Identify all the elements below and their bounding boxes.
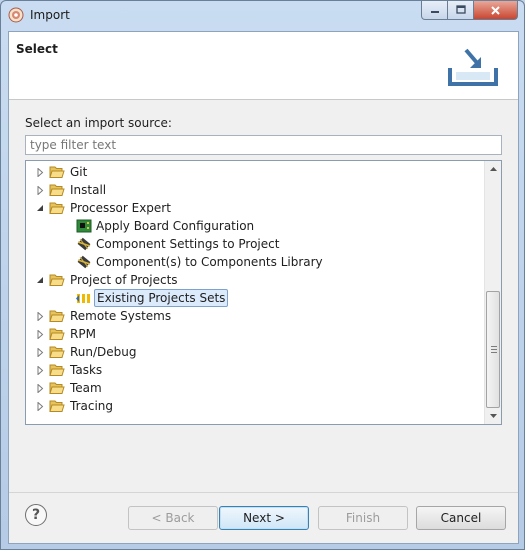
folder-icon [49, 274, 65, 286]
scrollbar-thumb[interactable] [486, 291, 500, 408]
scroll-down-button[interactable] [485, 408, 501, 424]
folder-icon [49, 364, 65, 376]
tree-vertical-scrollbar[interactable] [484, 161, 501, 424]
collapsed-arrow-icon[interactable] [36, 366, 45, 375]
component-chip-icon [77, 255, 91, 269]
tree-wizard-item[interactable]: Existing Projects Sets [26, 289, 485, 307]
tree-folder-item[interactable]: Git [26, 163, 485, 181]
tree-item-label: Component Settings to Project [96, 237, 280, 251]
collapsed-arrow-icon[interactable] [36, 312, 45, 321]
board-configuration-icon [76, 219, 92, 233]
collapsed-arrow-icon[interactable] [36, 186, 45, 195]
window-title: Import [30, 8, 70, 22]
back-button[interactable]: < Back [128, 506, 218, 530]
tree-folder-item[interactable]: Project of Projects [26, 271, 485, 289]
minimize-icon [430, 11, 439, 13]
collapsed-arrow-icon[interactable] [36, 348, 45, 357]
folder-icon [49, 166, 65, 178]
tree-item-label: Apply Board Configuration [96, 219, 255, 233]
close-button[interactable] [474, 1, 518, 20]
component-chip-icon [77, 237, 91, 251]
tree-item-label: Tasks [70, 363, 103, 377]
collapsed-arrow-icon[interactable] [36, 330, 45, 339]
footer-separator [9, 492, 518, 493]
tree-item-label: Team [70, 381, 102, 395]
next-button[interactable]: Next > [219, 506, 309, 530]
tree-item-label: Existing Projects Sets [94, 289, 229, 307]
maximize-button[interactable] [448, 1, 474, 20]
folder-icon [49, 184, 65, 196]
filter-input[interactable] [25, 135, 502, 155]
help-button[interactable]: ? [25, 504, 47, 526]
expanded-arrow-icon[interactable] [36, 204, 45, 213]
import-source-tree[interactable]: Git Install Processor Expert Apply Board Co… [25, 160, 502, 425]
project-set-icon [76, 294, 90, 303]
tree-folder-item[interactable]: Processor Expert [26, 199, 485, 217]
tree-wizard-item[interactable]: Component Settings to Project [26, 235, 485, 253]
tree-item-label: Component(s) to Components Library [96, 255, 323, 269]
folder-icon [49, 346, 65, 358]
eclipse-app-icon [8, 7, 24, 23]
tree-item-label: Git [70, 165, 88, 179]
folder-icon [49, 310, 65, 322]
tree-folder-item[interactable]: Install [26, 181, 485, 199]
folder-icon [49, 202, 65, 214]
thumb-grip-line [491, 349, 497, 350]
collapsed-arrow-icon[interactable] [36, 402, 45, 411]
scroll-up-button[interactable] [485, 161, 501, 177]
import-dialog-window: Import Select Select an import source: t… [0, 0, 525, 550]
scroll-down-arrow-icon [489, 414, 497, 418]
thumb-grip-line [491, 352, 497, 353]
tree-item-label: Project of Projects [70, 273, 178, 287]
tree-item-label: Processor Expert [70, 201, 171, 215]
expanded-arrow-icon[interactable] [36, 276, 45, 285]
tree-item-label: Install [70, 183, 107, 197]
import-source-label: Select an import source: [25, 116, 172, 130]
tree-wizard-item[interactable]: Component(s) to Components Library [26, 253, 485, 271]
tree-folder-item[interactable]: Run/Debug [26, 343, 485, 361]
dialog-content: Select Select an import source: Git Insta… [8, 31, 519, 544]
tree-item-label: RPM [70, 327, 96, 341]
window-controls [421, 1, 518, 21]
tree-item-label: Run/Debug [70, 345, 137, 359]
tree-item-label: Remote Systems [70, 309, 172, 323]
thumb-grip-line [491, 346, 497, 347]
tree-item-label: Tracing [70, 399, 114, 413]
import-wizard-icon [448, 48, 498, 86]
folder-icon [49, 400, 65, 412]
folder-icon [49, 382, 65, 394]
tree-folder-item[interactable]: RPM [26, 325, 485, 343]
tree-folder-item[interactable]: Tasks [26, 361, 485, 379]
cancel-button[interactable]: Cancel [416, 506, 506, 530]
title-bar[interactable]: Import [1, 1, 524, 31]
page-title: Select [16, 42, 58, 56]
scroll-up-arrow-icon [489, 167, 497, 171]
tree-folder-item[interactable]: Team [26, 379, 485, 397]
tree-folder-item[interactable]: Tracing [26, 397, 485, 415]
wizard-header: Select [9, 32, 518, 100]
tree-folder-item[interactable]: Remote Systems [26, 307, 485, 325]
collapsed-arrow-icon[interactable] [36, 168, 45, 177]
folder-icon [49, 328, 65, 340]
finish-button[interactable]: Finish [318, 506, 408, 530]
minimize-button[interactable] [421, 1, 448, 20]
tree-wizard-item[interactable]: Apply Board Configuration [26, 217, 485, 235]
collapsed-arrow-icon[interactable] [36, 384, 45, 393]
maximize-icon [455, 5, 466, 14]
close-icon [491, 5, 500, 15]
